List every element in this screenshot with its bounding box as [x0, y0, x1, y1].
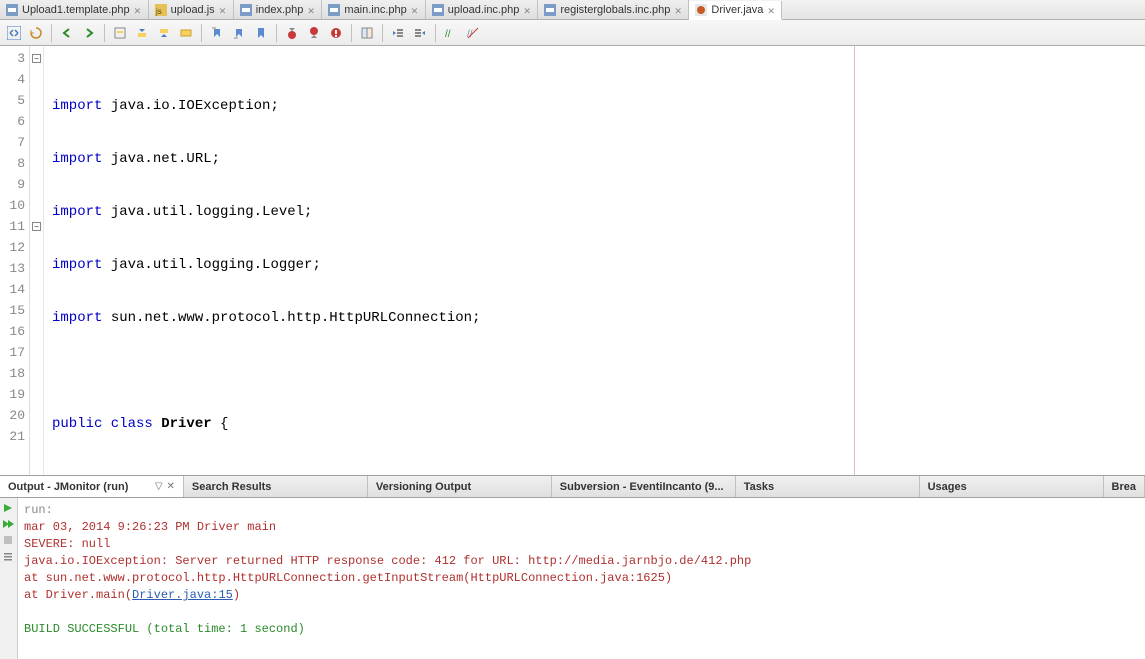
close-icon[interactable]: ✕ — [411, 6, 419, 14]
tab-upload-inc-php[interactable]: upload.inc.php ✕ — [426, 0, 539, 19]
tab-label: Output - JMonitor (run) — [8, 481, 128, 493]
tab-output[interactable]: Output - JMonitor (run) ▽ ✕ — [0, 476, 184, 497]
close-icon[interactable]: ✕ — [219, 6, 227, 14]
editor-toolbar: // // — [0, 20, 1145, 46]
forward-button[interactable] — [79, 23, 99, 43]
tab-label: main.inc.php — [344, 4, 406, 16]
tab-label: Search Results — [192, 481, 271, 493]
tab-label: index.php — [256, 4, 304, 16]
console-line: mar 03, 2014 9:26:23 PM Driver main — [24, 519, 1139, 536]
next-bookmark-button[interactable] — [229, 23, 249, 43]
shift-right-button[interactable] — [410, 23, 430, 43]
prev-bookmark-button[interactable] — [207, 23, 227, 43]
diff-button[interactable] — [357, 23, 377, 43]
tab-label: upload.inc.php — [448, 4, 520, 16]
console-output[interactable]: run: mar 03, 2014 9:26:23 PM Driver main… — [18, 498, 1145, 659]
stacktrace-link[interactable]: Driver.java:15 — [132, 588, 233, 602]
tab-tasks[interactable]: Tasks — [736, 476, 920, 497]
tab-index-php[interactable]: index.php ✕ — [234, 0, 323, 19]
stop-button[interactable] — [2, 534, 16, 548]
tab-label: registerglobals.inc.php — [560, 4, 670, 16]
tab-label: Upload1.template.php — [22, 4, 130, 16]
rerun-more-button[interactable] — [2, 518, 16, 532]
fold-toggle-icon[interactable]: − — [32, 222, 41, 231]
console-line: SEVERE: null — [24, 536, 1139, 553]
svg-text:js: js — [155, 7, 162, 16]
php-file-icon — [240, 4, 252, 16]
tab-registerglobals-inc-php[interactable]: registerglobals.inc.php ✕ — [538, 0, 689, 19]
tab-label: Versioning Output — [376, 481, 471, 493]
minimize-icon[interactable]: ▽ — [155, 481, 163, 492]
editor-tabbar: Upload1.template.php ✕ js upload.js ✕ in… — [0, 0, 1145, 20]
uncomment-button[interactable]: // — [463, 23, 483, 43]
tab-driver-java[interactable]: Driver.java ✕ — [689, 1, 782, 20]
console-line: at Driver.main(Driver.java:15) — [24, 587, 1139, 604]
php-file-icon — [6, 4, 18, 16]
tab-label: Driver.java — [711, 4, 763, 16]
line-number-gutter: 3 4 5 6 7 8 9 10 11 12 13 14 15 16 17 18… — [0, 46, 30, 475]
tab-usages[interactable]: Usages — [920, 476, 1104, 497]
code-content[interactable]: import java.io.IOException; import java.… — [44, 46, 1145, 475]
error-list-button[interactable] — [326, 23, 346, 43]
toolbar-separator — [51, 24, 52, 42]
fold-column: − − — [30, 46, 44, 475]
find-prev-button[interactable] — [132, 23, 152, 43]
output-panel: run: mar 03, 2014 9:26:23 PM Driver main… — [0, 498, 1145, 659]
bottom-panel-tabbar: Output - JMonitor (run) ▽ ✕ Search Resul… — [0, 476, 1145, 498]
java-file-icon — [695, 4, 707, 16]
comment-button[interactable]: // — [441, 23, 461, 43]
console-line: java.io.IOException: Server returned HTT… — [24, 553, 1139, 570]
code-editor[interactable]: 3 4 5 6 7 8 9 10 11 12 13 14 15 16 17 18… — [0, 46, 1145, 476]
tab-label: upload.js — [171, 4, 215, 16]
close-icon[interactable]: ✕ — [523, 6, 531, 14]
toolbar-separator — [201, 24, 202, 42]
tab-label: Usages — [928, 481, 967, 493]
prev-error-button[interactable] — [282, 23, 302, 43]
console-line — [24, 604, 1139, 621]
tab-breakpoints[interactable]: Brea — [1104, 476, 1145, 497]
close-icon[interactable]: ✕ — [307, 6, 315, 14]
js-file-icon: js — [155, 4, 167, 16]
console-line: run: — [24, 502, 1139, 519]
tab-label: Brea — [1112, 481, 1136, 493]
php-file-icon — [544, 4, 556, 16]
tab-versioning-output[interactable]: Versioning Output — [368, 476, 552, 497]
toggle-highlight-button[interactable] — [176, 23, 196, 43]
tab-subversion[interactable]: Subversion - EventiIncanto (9... — [552, 476, 736, 497]
close-icon[interactable]: ✕ — [134, 6, 142, 14]
toolbar-separator — [351, 24, 352, 42]
php-file-icon — [432, 4, 444, 16]
php-file-icon — [328, 4, 340, 16]
rerun-button[interactable] — [2, 502, 16, 516]
tab-upload-js[interactable]: js upload.js ✕ — [149, 0, 234, 19]
next-error-button[interactable] — [304, 23, 324, 43]
console-line: at sun.net.www.protocol.http.HttpURLConn… — [24, 570, 1139, 587]
history-button[interactable] — [26, 23, 46, 43]
output-gutter — [0, 498, 18, 659]
find-selection-button[interactable] — [110, 23, 130, 43]
close-icon[interactable]: ✕ — [674, 6, 682, 14]
console-line: BUILD SUCCESSFUL (total time: 1 second) — [24, 621, 1139, 638]
toolbar-separator — [276, 24, 277, 42]
back-button[interactable] — [57, 23, 77, 43]
toggle-bookmark-button[interactable] — [251, 23, 271, 43]
close-icon[interactable]: ✕ — [767, 6, 775, 14]
fold-toggle-icon[interactable]: − — [32, 54, 41, 63]
right-margin-line — [854, 46, 855, 475]
toolbar-separator — [104, 24, 105, 42]
tab-search-results[interactable]: Search Results — [184, 476, 368, 497]
tab-upload1-template-php[interactable]: Upload1.template.php ✕ — [0, 0, 149, 19]
find-next-button[interactable] — [154, 23, 174, 43]
settings-button[interactable] — [2, 550, 16, 564]
shift-left-button[interactable] — [388, 23, 408, 43]
tab-label: Subversion - EventiIncanto (9... — [560, 481, 724, 493]
tab-main-inc-php[interactable]: main.inc.php ✕ — [322, 0, 425, 19]
toolbar-separator — [435, 24, 436, 42]
close-icon[interactable]: ✕ — [167, 481, 175, 492]
tab-label: Tasks — [744, 481, 774, 493]
toolbar-separator — [382, 24, 383, 42]
svg-text://: // — [445, 29, 451, 40]
source-button[interactable] — [4, 23, 24, 43]
